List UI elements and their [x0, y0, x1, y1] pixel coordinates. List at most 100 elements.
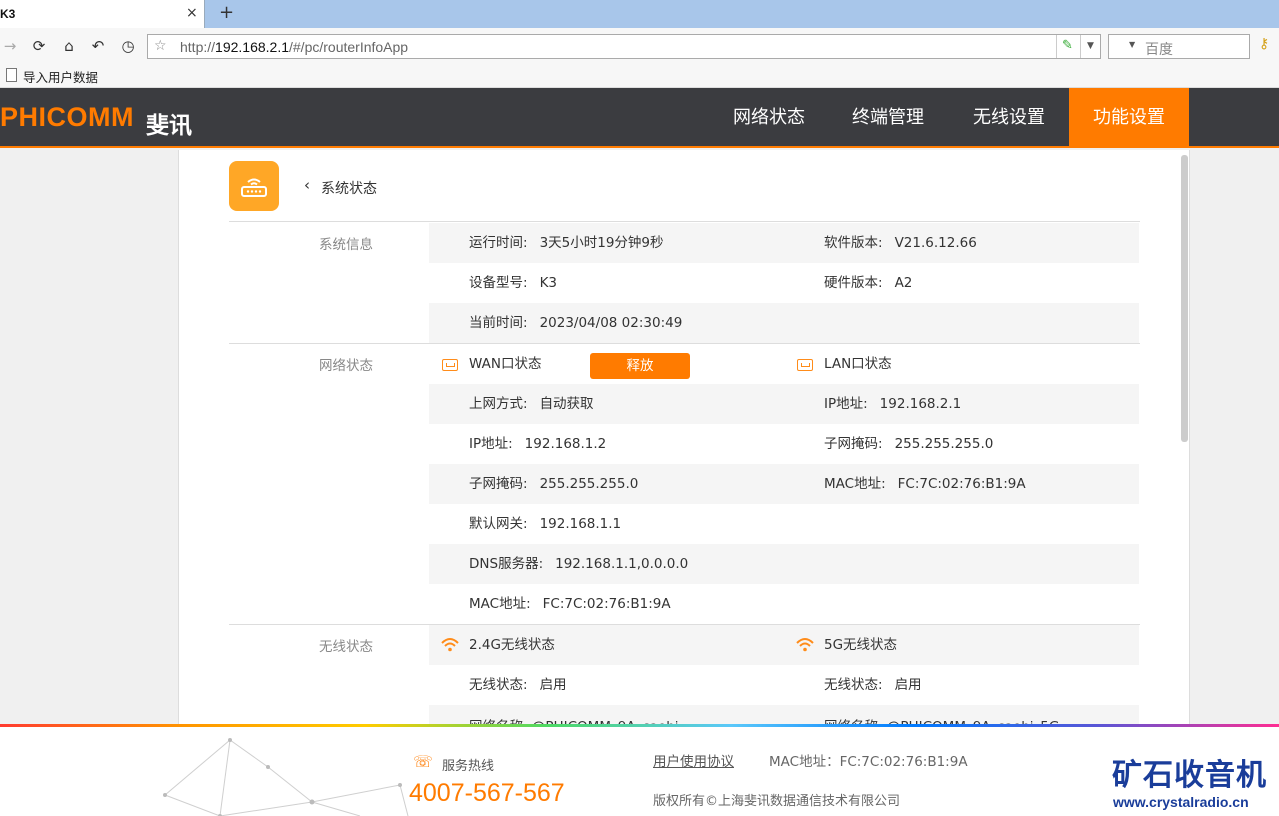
history-icon[interactable]: ◷ [118, 36, 138, 56]
release-button[interactable]: 释放 [590, 353, 690, 379]
new-tab-button[interactable]: + [219, 2, 234, 23]
refresh-icon[interactable]: ⟳ [29, 36, 49, 56]
wireless-5g-name-field: 网络名称: @PHICOMM_9A_caohi_5G [824, 715, 1059, 724]
software-version-key: 软件版本: [824, 235, 883, 251]
nav-wireless-settings[interactable]: 无线设置 [973, 88, 1045, 148]
model-value: K3 [539, 275, 558, 291]
current-time-value: 2023/04/08 02:30:49 [539, 315, 683, 331]
dns-field: DNS服务器: 192.168.1.1,0.0.0.0 [469, 544, 688, 584]
divider [1056, 35, 1057, 58]
table-row: 当前时间: 2023/04/08 02:30:49 [429, 303, 1139, 343]
wifi-24g-icon [440, 635, 460, 657]
network-decoration-graphic [163, 738, 409, 816]
current-time-key: 当前时间: [469, 315, 528, 331]
undo-icon[interactable]: ↶ [88, 36, 108, 56]
footer-mac: MAC地址：FC:7C:02:76:B1:9A [769, 754, 968, 770]
dns-value: 192.168.1.1,0.0.0.0 [555, 556, 689, 572]
nav-network-status[interactable]: 网络状态 [733, 88, 805, 148]
wan-ip-value: 192.168.1.2 [524, 436, 607, 452]
lan-mask-key: 子网掩码: [824, 436, 883, 452]
nav-terminal-management[interactable]: 终端管理 [852, 88, 924, 148]
uptime-field: 运行时间: 3天5小时19分钟9秒 [469, 223, 664, 263]
wan-mac-key: MAC地址: [469, 596, 531, 612]
current-time-field: 当前时间: 2023/04/08 02:30:49 [469, 303, 682, 343]
model-field: 设备型号: K3 [469, 263, 557, 303]
table-row: 默认网关: 192.168.1.1 [429, 504, 1139, 544]
dns-key: DNS服务器: [469, 556, 544, 572]
wireless-24g-state-value: 启用 [539, 677, 567, 693]
wireless-5g-state-key: 无线状态: [824, 677, 883, 693]
back-title[interactable]: 系统状态 [321, 178, 377, 198]
watermark-logo-text: 矿石收音机 [1112, 758, 1267, 793]
wifi-5g-icon [795, 635, 815, 657]
table-row: 运行时间: 3天5小时19分钟9秒 软件版本: V21.6.12.66 [429, 223, 1139, 263]
home-icon[interactable]: ⌂ [59, 36, 79, 56]
user-agreement-link[interactable]: 用户使用协议 [653, 750, 734, 770]
lan-ip-key: IP地址: [824, 396, 868, 412]
table-row: 网络名称: @PHICOMM_9A_caohi 网络名称: @PHICOMM_9… [429, 705, 1139, 724]
lan-title: LAN口状态 [824, 356, 892, 372]
lan-port-icon [797, 359, 813, 371]
search-placeholder: 百度 [1145, 42, 1173, 58]
lan-mask-value: 255.255.255.0 [894, 436, 994, 452]
table-row: 无线状态: 启用 无线状态: 启用 [429, 665, 1139, 705]
footer [0, 727, 1279, 816]
hotline-label: 服务热线 [442, 759, 495, 774]
copyright: 版权所有©上海斐讯数据通信技术有限公司 [653, 794, 901, 809]
gateway-field: 默认网关: 192.168.1.1 [469, 504, 621, 544]
wan-mode-field: 上网方式: 自动获取 [469, 384, 594, 424]
wireless-5g-state-field: 无线状态: 启用 [824, 665, 922, 705]
browser-tab[interactable]: K3 × [0, 0, 205, 28]
phone-icon: ☏ [413, 752, 434, 771]
address-bar[interactable]: ☆ http://192.168.2.1/#/pc/routerInfoApp … [147, 34, 1101, 59]
tab-title: K3 [0, 7, 16, 21]
wan-ip-field: IP地址: 192.168.1.2 [469, 424, 606, 464]
table-row: WAN口状态 LAN口状态 [429, 344, 1139, 384]
router-app-icon [229, 161, 279, 211]
site-header: PHICOMM 斐讯 网络状态 终端管理 无线设置 功能设置 [0, 88, 1279, 148]
compat-mode-icon[interactable]: ✎ [1062, 38, 1073, 53]
wan-title: WAN口状态 [469, 356, 542, 372]
uptime-value: 3天5小时19分钟9秒 [539, 235, 664, 251]
back-chevron-icon[interactable]: ‹ [304, 176, 310, 194]
url-path: /#/pc/routerInfoApp [289, 39, 409, 55]
table-row: DNS服务器: 192.168.1.1,0.0.0.0 [429, 544, 1139, 584]
wan-port-icon [442, 359, 458, 371]
lan-mac-key: MAC地址: [824, 476, 886, 492]
section-label-wireless: 无线状态 [319, 639, 373, 655]
wan-ip-key: IP地址: [469, 436, 513, 452]
wireless-5g-title: 5G无线状态 [824, 637, 898, 653]
scrollbar[interactable] [1181, 155, 1188, 442]
bookmark-star-icon[interactable]: ☆ [154, 38, 167, 54]
wireless-24g-name-field: 网络名称: @PHICOMM_9A_caohi [469, 715, 679, 724]
wireless-24g-title: 2.4G无线状态 [469, 637, 555, 653]
search-box[interactable]: ▼ 百度 [1108, 34, 1250, 59]
nav-function-settings[interactable]: 功能设置 [1093, 88, 1165, 148]
hardware-version-key: 硬件版本: [824, 275, 883, 291]
divider [229, 221, 1140, 222]
table-row: 2.4G无线状态 5G无线状态 [429, 625, 1139, 665]
url-text[interactable]: http://192.168.2.1/#/pc/routerInfoApp [180, 39, 408, 55]
tab-close-icon[interactable]: × [186, 5, 198, 21]
url-dropdown-icon[interactable]: ▼ [1080, 35, 1100, 58]
wireless-5g-state-value: 启用 [894, 677, 922, 693]
forward-icon[interactable]: → [0, 36, 20, 56]
logo-text[interactable]: PHICOMM [0, 102, 134, 133]
wan-mac-value: FC:7C:02:76:B1:9A [542, 596, 671, 612]
logo-cn-text[interactable]: 斐讯 [146, 106, 192, 140]
gateway-key: 默认网关: [469, 516, 528, 532]
url-prefix: http:// [180, 39, 216, 55]
model-key: 设备型号: [469, 275, 528, 291]
url-host: 192.168.2.1 [215, 39, 289, 55]
wan-mask-value: 255.255.255.0 [539, 476, 639, 492]
table-row: 上网方式: 自动获取 IP地址: 192.168.2.1 [429, 384, 1139, 424]
bookmark-import-user-data[interactable]: 导入用户数据 [23, 67, 98, 86]
wan-mac-field: MAC地址: FC:7C:02:76:B1:9A [469, 584, 671, 624]
wan-mode-key: 上网方式: [469, 396, 528, 412]
table-row: 设备型号: K3 硬件版本: A2 [429, 263, 1139, 303]
key-icon[interactable]: ⚷ [1259, 36, 1269, 52]
search-engine-dropdown-icon[interactable]: ▼ [1129, 40, 1135, 49]
page-icon [6, 68, 17, 82]
hotline-number: 4007-567-567 [409, 779, 565, 807]
bookmarks-bar: 导入用户数据 [0, 64, 1279, 88]
